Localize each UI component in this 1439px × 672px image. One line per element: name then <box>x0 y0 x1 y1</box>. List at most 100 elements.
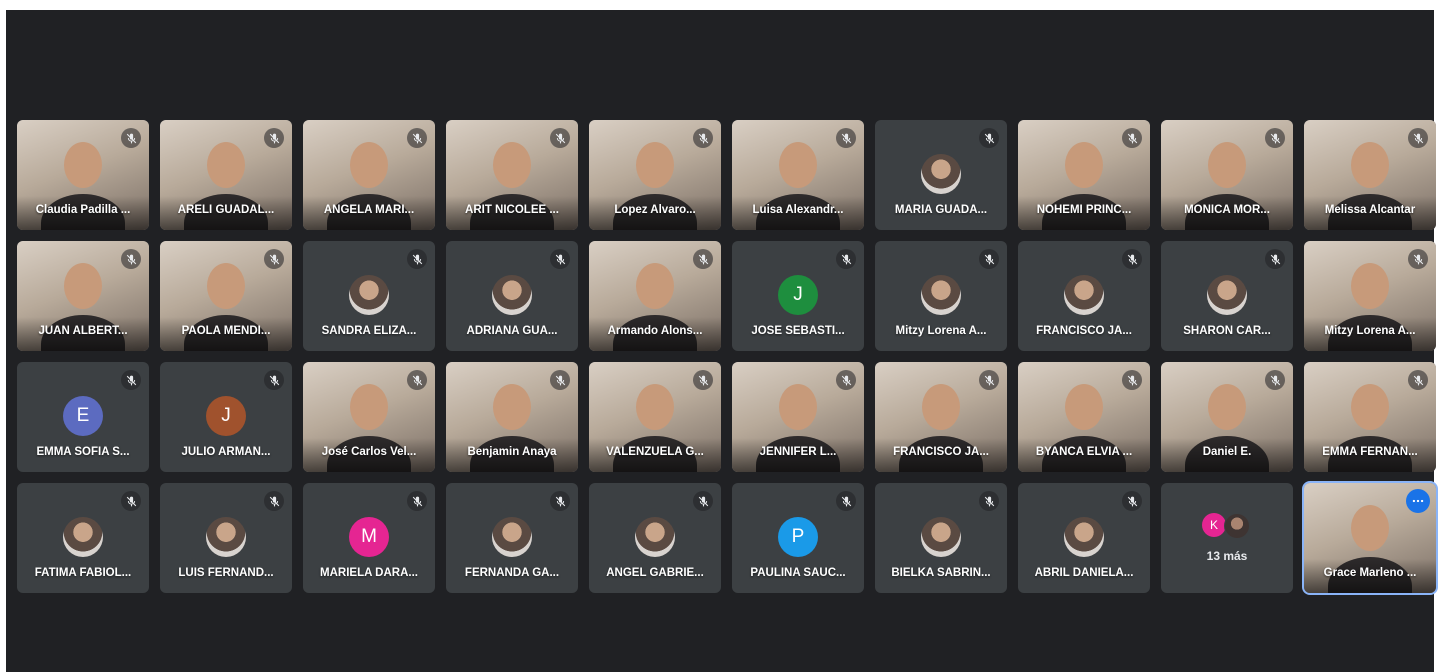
avatar <box>635 517 675 557</box>
participant-name: MONICA MOR... <box>1184 204 1270 216</box>
mic-off-icon <box>836 370 856 390</box>
mic-off-icon <box>979 249 999 269</box>
participant-tile-claudia-padilla[interactable]: Claudia Padilla ... <box>17 120 149 230</box>
participant-name: Armando Alons... <box>607 325 703 337</box>
mic-off-icon <box>1265 249 1285 269</box>
mic-off-icon <box>121 370 141 390</box>
participant-tile-areli-guadal[interactable]: ARELI GUADAL... <box>160 120 292 230</box>
mic-off-icon <box>836 249 856 269</box>
participant-tile-monica-mor[interactable]: MONICA MOR... <box>1161 120 1293 230</box>
participant-tile-jose-carlos-vel[interactable]: José Carlos Vel... <box>303 362 435 472</box>
participant-tile-nohemi-princ[interactable]: NOHEMI PRINC... <box>1018 120 1150 230</box>
participant-tile-fatima-fabiol[interactable]: FATIMA FABIOL... <box>17 483 149 593</box>
mic-off-icon <box>979 128 999 148</box>
more-participants-tile[interactable]: K 13 más <box>1161 483 1293 593</box>
participant-name: BYANCA ELVIA ... <box>1035 446 1133 458</box>
participant-tile-francisco-ja[interactable]: FRANCISCO JA... <box>1018 241 1150 351</box>
participant-name: Grace Marleno ... <box>1323 567 1417 579</box>
mic-off-icon <box>979 370 999 390</box>
mic-off-icon <box>1265 370 1285 390</box>
participant-name: MARIA GUADA... <box>894 204 988 216</box>
participant-tile-angel-gabrie[interactable]: ANGEL GABRIE... <box>589 483 721 593</box>
participant-name: Mitzy Lorena A... <box>895 325 987 337</box>
participant-name: FATIMA FABIOL... <box>34 567 132 579</box>
participant-name: Daniel E. <box>1202 446 1252 458</box>
participant-tile-luis-fernand[interactable]: LUIS FERNAND... <box>160 483 292 593</box>
participant-name: EMMA SOFIA S... <box>36 446 130 458</box>
mic-off-icon <box>1122 491 1142 511</box>
participant-name: ARIT NICOLEE ... <box>465 204 559 216</box>
participant-name: Benjamin Anaya <box>467 446 557 458</box>
participant-tile-paola-mendi[interactable]: PAOLA MENDI... <box>160 241 292 351</box>
participant-tile-mitzy-lorena-a[interactable]: Mitzy Lorena A... <box>875 241 1007 351</box>
participant-name: PAULINA SAUC... <box>750 567 846 579</box>
participant-tile-luisa-alexandr[interactable]: Luisa Alexandr... <box>732 120 864 230</box>
participant-tile-mariela-dara[interactable]: M MARIELA DARA... <box>303 483 435 593</box>
participant-tile-byanca-elvia[interactable]: BYANCA ELVIA ... <box>1018 362 1150 472</box>
more-participants-label: 13 más <box>1206 549 1248 563</box>
participant-tile-emma-sofia-s[interactable]: E EMMA SOFIA S... <box>17 362 149 472</box>
participant-tile-fernanda-ga[interactable]: FERNANDA GA... <box>446 483 578 593</box>
participant-name: FRANCISCO JA... <box>1036 325 1132 337</box>
participant-tile-juan-albert[interactable]: JUAN ALBERT... <box>17 241 149 351</box>
mic-off-icon <box>407 128 427 148</box>
more-options-button[interactable] <box>1406 489 1430 513</box>
avatar <box>1207 275 1247 315</box>
participant-tile-abril-daniela[interactable]: ABRIL DANIELA... <box>1018 483 1150 593</box>
participant-tile-mitzy-lorena-a[interactable]: Mitzy Lorena A... <box>1304 241 1436 351</box>
avatar <box>206 517 246 557</box>
avatar <box>921 275 961 315</box>
avatar <box>921 154 961 194</box>
self-view-tile[interactable]: Grace Marleno ... <box>1304 483 1436 593</box>
participant-name: Mitzy Lorena A... <box>1324 325 1416 337</box>
participant-tile-maria-guada[interactable]: MARIA GUADA... <box>875 120 1007 230</box>
participant-name: ARELI GUADAL... <box>177 204 275 216</box>
participant-tile-armando-alons[interactable]: Armando Alons... <box>589 241 721 351</box>
participant-tile-francisco-ja[interactable]: FRANCISCO JA... <box>875 362 1007 472</box>
participant-tile-julio-arman[interactable]: J JULIO ARMAN... <box>160 362 292 472</box>
participant-name: PAOLA MENDI... <box>181 325 271 337</box>
mic-off-icon <box>550 128 570 148</box>
avatar <box>921 517 961 557</box>
mic-off-icon <box>1122 128 1142 148</box>
participant-tile-lopez-alvaro[interactable]: Lopez Alvaro... <box>589 120 721 230</box>
avatar: M <box>349 517 389 557</box>
mic-off-icon <box>121 128 141 148</box>
participant-name: EMMA FERNAN... <box>1322 446 1418 458</box>
participant-tile-emma-fernan[interactable]: EMMA FERNAN... <box>1304 362 1436 472</box>
mic-off-icon <box>121 491 141 511</box>
mic-off-icon <box>407 370 427 390</box>
participant-tile-sandra-eliza[interactable]: SANDRA ELIZA... <box>303 241 435 351</box>
mic-off-icon <box>836 128 856 148</box>
participant-tile-jose-sebasti[interactable]: J JOSE SEBASTI... <box>732 241 864 351</box>
participant-tile-valenzuela-g[interactable]: VALENZUELA G... <box>589 362 721 472</box>
participant-tile-daniel-e[interactable]: Daniel E. <box>1161 362 1293 472</box>
participant-tile-melissa-alcantar[interactable]: Melissa Alcantar <box>1304 120 1436 230</box>
participant-name: VALENZUELA G... <box>606 446 704 458</box>
participant-tile-arit-nicolee[interactable]: ARIT NICOLEE ... <box>446 120 578 230</box>
participant-tile-sharon-car[interactable]: SHARON CAR... <box>1161 241 1293 351</box>
participant-tile-angela-mari[interactable]: ANGELA MARI... <box>303 120 435 230</box>
avatar: K <box>1202 513 1226 537</box>
participant-tile-benjamin-anaya[interactable]: Benjamin Anaya <box>446 362 578 472</box>
more-dots-icon <box>1412 499 1424 503</box>
avatar <box>492 517 532 557</box>
participant-tile-jennifer-l[interactable]: JENNIFER L... <box>732 362 864 472</box>
avatar: E <box>63 396 103 436</box>
participant-tile-adriana-gua[interactable]: ADRIANA GUA... <box>446 241 578 351</box>
participant-tile-paulina-sauc[interactable]: P PAULINA SAUC... <box>732 483 864 593</box>
participant-name: JOSE SEBASTI... <box>751 325 845 337</box>
participant-tile-bielka-sabrin[interactable]: BIELKA SABRIN... <box>875 483 1007 593</box>
participant-name: MARIELA DARA... <box>320 567 418 579</box>
participant-name: SANDRA ELIZA... <box>321 325 417 337</box>
more-participants-avatars: K <box>1202 513 1252 539</box>
participant-name: Melissa Alcantar <box>1324 204 1416 216</box>
avatar: J <box>206 396 246 436</box>
meeting-stage: Claudia Padilla ... ARELI GUADAL... ANGELA… <box>6 10 1436 672</box>
avatar <box>349 275 389 315</box>
participant-name: ANGELA MARI... <box>323 204 415 216</box>
avatar: J <box>778 275 818 315</box>
participant-name: José Carlos Vel... <box>321 446 417 458</box>
participant-name: FRANCISCO JA... <box>893 446 989 458</box>
mic-off-icon <box>264 491 284 511</box>
